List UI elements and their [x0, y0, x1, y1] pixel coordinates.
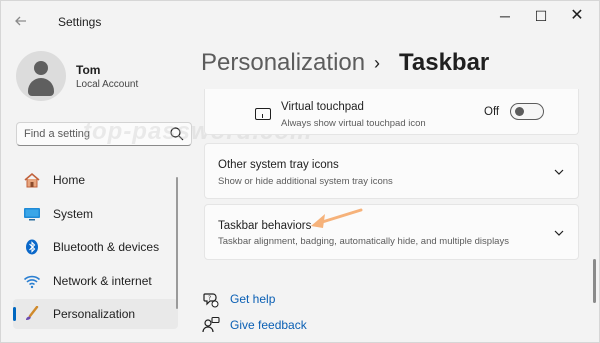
setting-subtitle: Show or hide additional system tray icon…	[218, 176, 393, 187]
sidebar-scrollbar[interactable]	[176, 177, 178, 309]
app-title: Settings	[58, 15, 102, 29]
page-title: Taskbar	[399, 49, 490, 76]
virtual-touchpad-toggle[interactable]	[510, 103, 544, 120]
sidebar-item-label: System	[53, 207, 94, 221]
sidebar-item-home[interactable]: Home	[13, 165, 178, 195]
sidebar-item-label: Home	[53, 173, 86, 187]
svg-text:?: ?	[208, 295, 211, 302]
maximize-button[interactable]: ☐	[523, 5, 559, 27]
breadcrumb-parent[interactable]: Personalization	[201, 49, 365, 77]
sidebar-item-network[interactable]: Network & internet	[13, 266, 178, 296]
sidebar-item-label: Personalization	[53, 307, 136, 321]
sidebar-item-label: Bluetooth & devices	[53, 240, 160, 254]
back-button[interactable]	[11, 11, 31, 31]
wifi-icon	[23, 275, 41, 289]
search-icon[interactable]	[169, 126, 185, 142]
avatar-head	[34, 61, 48, 75]
taskbar-behaviors-setting[interactable]: Taskbar behaviors Taskbar alignment, bad…	[204, 204, 579, 260]
back-arrow-icon	[15, 16, 26, 26]
content-scrollbar[interactable]	[593, 259, 596, 303]
system-icon	[24, 208, 40, 221]
close-button[interactable]: ✕	[559, 5, 595, 27]
toggle-knob	[515, 107, 524, 116]
title-bar: Settings ─ ☐ ✕	[1, 1, 599, 39]
avatar-body	[28, 78, 54, 96]
profile-account-type: Local Account	[76, 79, 139, 90]
active-indicator	[13, 307, 16, 321]
other-system-tray-icons-setting[interactable]: Other system tray icons Show or hide add…	[204, 143, 579, 199]
search-input[interactable]: Find a setting	[16, 122, 192, 146]
sidebar-item-personalization[interactable]: Personalization	[13, 299, 178, 329]
sidebar-item-label: Network & internet	[53, 274, 152, 288]
avatar[interactable]	[16, 51, 66, 101]
home-icon	[24, 172, 40, 188]
sidebar-item-bluetooth[interactable]: Bluetooth & devices	[13, 232, 178, 262]
chevron-down-icon	[554, 230, 564, 236]
feedback-icon	[202, 316, 220, 333]
setting-title: Virtual touchpad	[281, 101, 364, 113]
minimize-button[interactable]: ─	[487, 5, 523, 27]
touchpad-icon	[255, 108, 271, 120]
setting-subtitle: Always show virtual touchpad icon	[281, 118, 426, 129]
settings-window: Settings ─ ☐ ✕ Tom Local Account Find a …	[0, 0, 600, 343]
toggle-state-label: Off	[484, 106, 500, 118]
help-icon: ?	[203, 293, 219, 308]
search-placeholder: Find a setting	[24, 128, 91, 140]
get-help-label[interactable]: Get help	[230, 292, 275, 306]
chevron-down-icon	[554, 169, 564, 175]
brush-icon	[26, 306, 39, 320]
bluetooth-icon	[26, 239, 38, 255]
virtual-touchpad-setting: Virtual touchpad Always show virtual tou…	[204, 89, 579, 135]
annotation-arrow-icon	[311, 208, 363, 228]
profile-name: Tom	[76, 63, 101, 77]
setting-title: Taskbar behaviors	[218, 220, 312, 232]
give-feedback-label[interactable]: Give feedback	[230, 318, 307, 332]
setting-subtitle: Taskbar alignment, badging, automaticall…	[218, 236, 509, 247]
breadcrumb-separator: ›	[374, 53, 380, 73]
setting-title: Other system tray icons	[218, 159, 339, 171]
sidebar-item-system[interactable]: System	[13, 199, 178, 229]
